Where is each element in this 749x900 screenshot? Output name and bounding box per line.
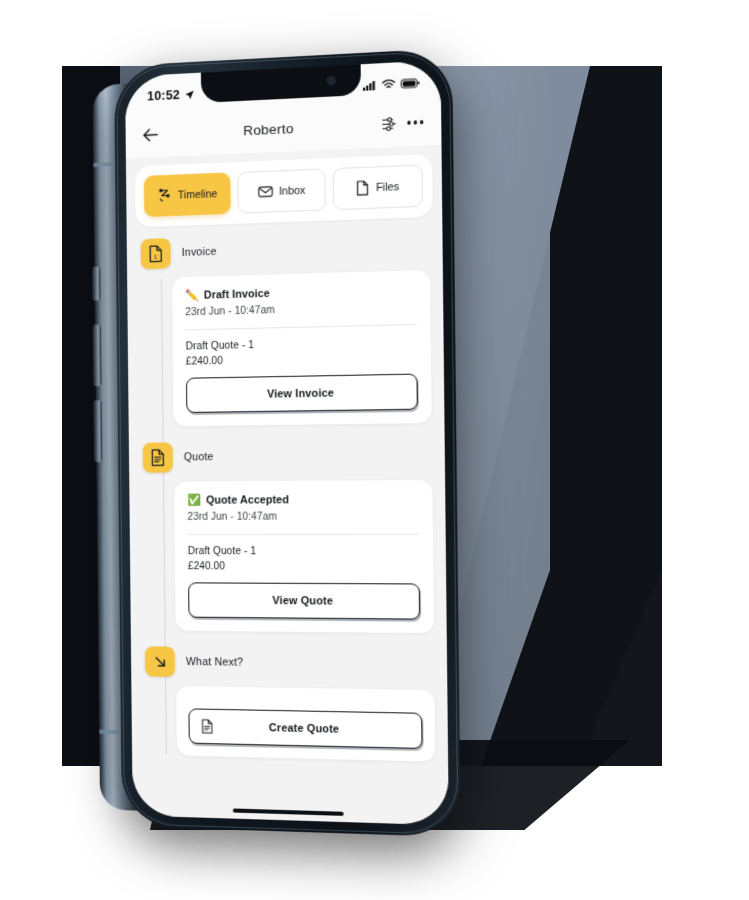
check-mark-icon: ✅ bbox=[187, 494, 202, 507]
arrow-down-right-icon bbox=[144, 646, 176, 677]
wifi-icon bbox=[382, 79, 396, 90]
page-title: Roberto bbox=[243, 120, 294, 138]
phone-body: 10:52 Roberto Timeline Inbox Files £ Inv… bbox=[114, 48, 461, 838]
view-quote-button[interactable]: View Quote bbox=[188, 582, 421, 620]
event-timestamp: 23rd Jun - 10:47am bbox=[185, 304, 276, 319]
event-divider bbox=[187, 533, 420, 535]
tab-inbox-label: Inbox bbox=[278, 184, 306, 198]
phone-mockup: 10:52 Roberto Timeline Inbox Files £ Inv… bbox=[91, 48, 461, 838]
event-divider bbox=[185, 323, 417, 331]
file-icon bbox=[356, 180, 370, 196]
volume-up-button[interactable] bbox=[92, 324, 102, 387]
event-timestamp: 23rd Jun - 10:47am bbox=[187, 511, 278, 523]
quote-document-icon bbox=[142, 442, 173, 473]
event-amount: £240.00 bbox=[185, 355, 223, 368]
tab-inbox[interactable]: Inbox bbox=[237, 168, 326, 214]
view-invoice-button[interactable]: View Invoice bbox=[185, 373, 418, 414]
mute-switch[interactable] bbox=[91, 266, 101, 301]
location-arrow-icon bbox=[184, 89, 195, 101]
event-title: Draft Invoice bbox=[203, 287, 270, 302]
tab-timeline[interactable]: Timeline bbox=[143, 172, 231, 218]
tab-bar: Timeline Inbox Files bbox=[134, 153, 433, 228]
create-quote-button[interactable]: Create Quote bbox=[188, 708, 423, 749]
timeline-group-header: Quote bbox=[129, 439, 445, 473]
tab-files[interactable]: Files bbox=[332, 164, 424, 211]
event-title-row: ✅ Quote Accepted bbox=[187, 493, 419, 507]
event-title-row: ✏️ Draft Invoice bbox=[185, 284, 417, 303]
timeline-group-what-next: What Next? Create Quote bbox=[131, 646, 448, 762]
document-lines-icon bbox=[201, 719, 214, 734]
front-camera-icon bbox=[326, 75, 336, 86]
volume-down-button[interactable] bbox=[92, 400, 103, 463]
cellular-signal-icon bbox=[362, 80, 377, 91]
event-detail-line: Draft Quote - 1 bbox=[185, 339, 255, 353]
event-amount: £240.00 bbox=[187, 561, 226, 573]
create-quote-label: Create Quote bbox=[268, 721, 340, 736]
what-next-card[interactable]: Create Quote bbox=[176, 685, 436, 762]
timeline-group-label: Invoice bbox=[181, 245, 217, 259]
timeline-group-header: £ Invoice bbox=[127, 229, 443, 270]
timeline-group-header: What Next? bbox=[131, 646, 447, 681]
timeline-group-label: What Next? bbox=[185, 655, 244, 669]
timeline-group-label: Quote bbox=[183, 451, 214, 464]
envelope-icon bbox=[257, 185, 272, 199]
timeline-scroll-area[interactable]: Timeline Inbox Files £ Invoice ✏️ Draft … bbox=[125, 145, 449, 826]
timeline-event-card[interactable]: ✏️ Draft Invoice 23rd Jun - 10:47am Draf… bbox=[171, 269, 432, 427]
event-title: Quote Accepted bbox=[206, 494, 290, 507]
battery-icon bbox=[401, 78, 420, 89]
event-detail-line: Draft Quote - 1 bbox=[187, 546, 257, 558]
status-time: 10:52 bbox=[147, 87, 181, 104]
invoice-document-icon: £ bbox=[140, 238, 171, 270]
tab-timeline-label: Timeline bbox=[177, 187, 218, 202]
phone-screen: 10:52 Roberto Timeline Inbox Files £ Inv… bbox=[125, 60, 449, 826]
back-arrow-icon[interactable] bbox=[142, 127, 159, 143]
status-time-group: 10:52 bbox=[147, 87, 195, 104]
timeline-icon bbox=[157, 187, 172, 204]
tab-files-label: Files bbox=[375, 180, 400, 194]
sliders-icon[interactable] bbox=[380, 114, 398, 132]
status-indicators bbox=[362, 78, 420, 91]
svg-text:£: £ bbox=[154, 254, 158, 261]
scene-background: 10:52 Roberto Timeline Inbox Files £ Inv… bbox=[0, 0, 749, 900]
timeline-event-card[interactable]: ✅ Quote Accepted 23rd Jun - 10:47am Draf… bbox=[174, 479, 435, 634]
pencil-icon: ✏️ bbox=[185, 289, 200, 302]
header-actions bbox=[380, 113, 424, 133]
timeline-group-quote: Quote ✅ Quote Accepted 23rd Jun - 10:47a… bbox=[129, 439, 447, 634]
more-options-icon[interactable] bbox=[407, 120, 424, 125]
timeline-group-invoice: £ Invoice ✏️ Draft Invoice 23rd Jun - 10… bbox=[127, 229, 445, 427]
timeline-list: £ Invoice ✏️ Draft Invoice 23rd Jun - 10… bbox=[127, 217, 449, 762]
